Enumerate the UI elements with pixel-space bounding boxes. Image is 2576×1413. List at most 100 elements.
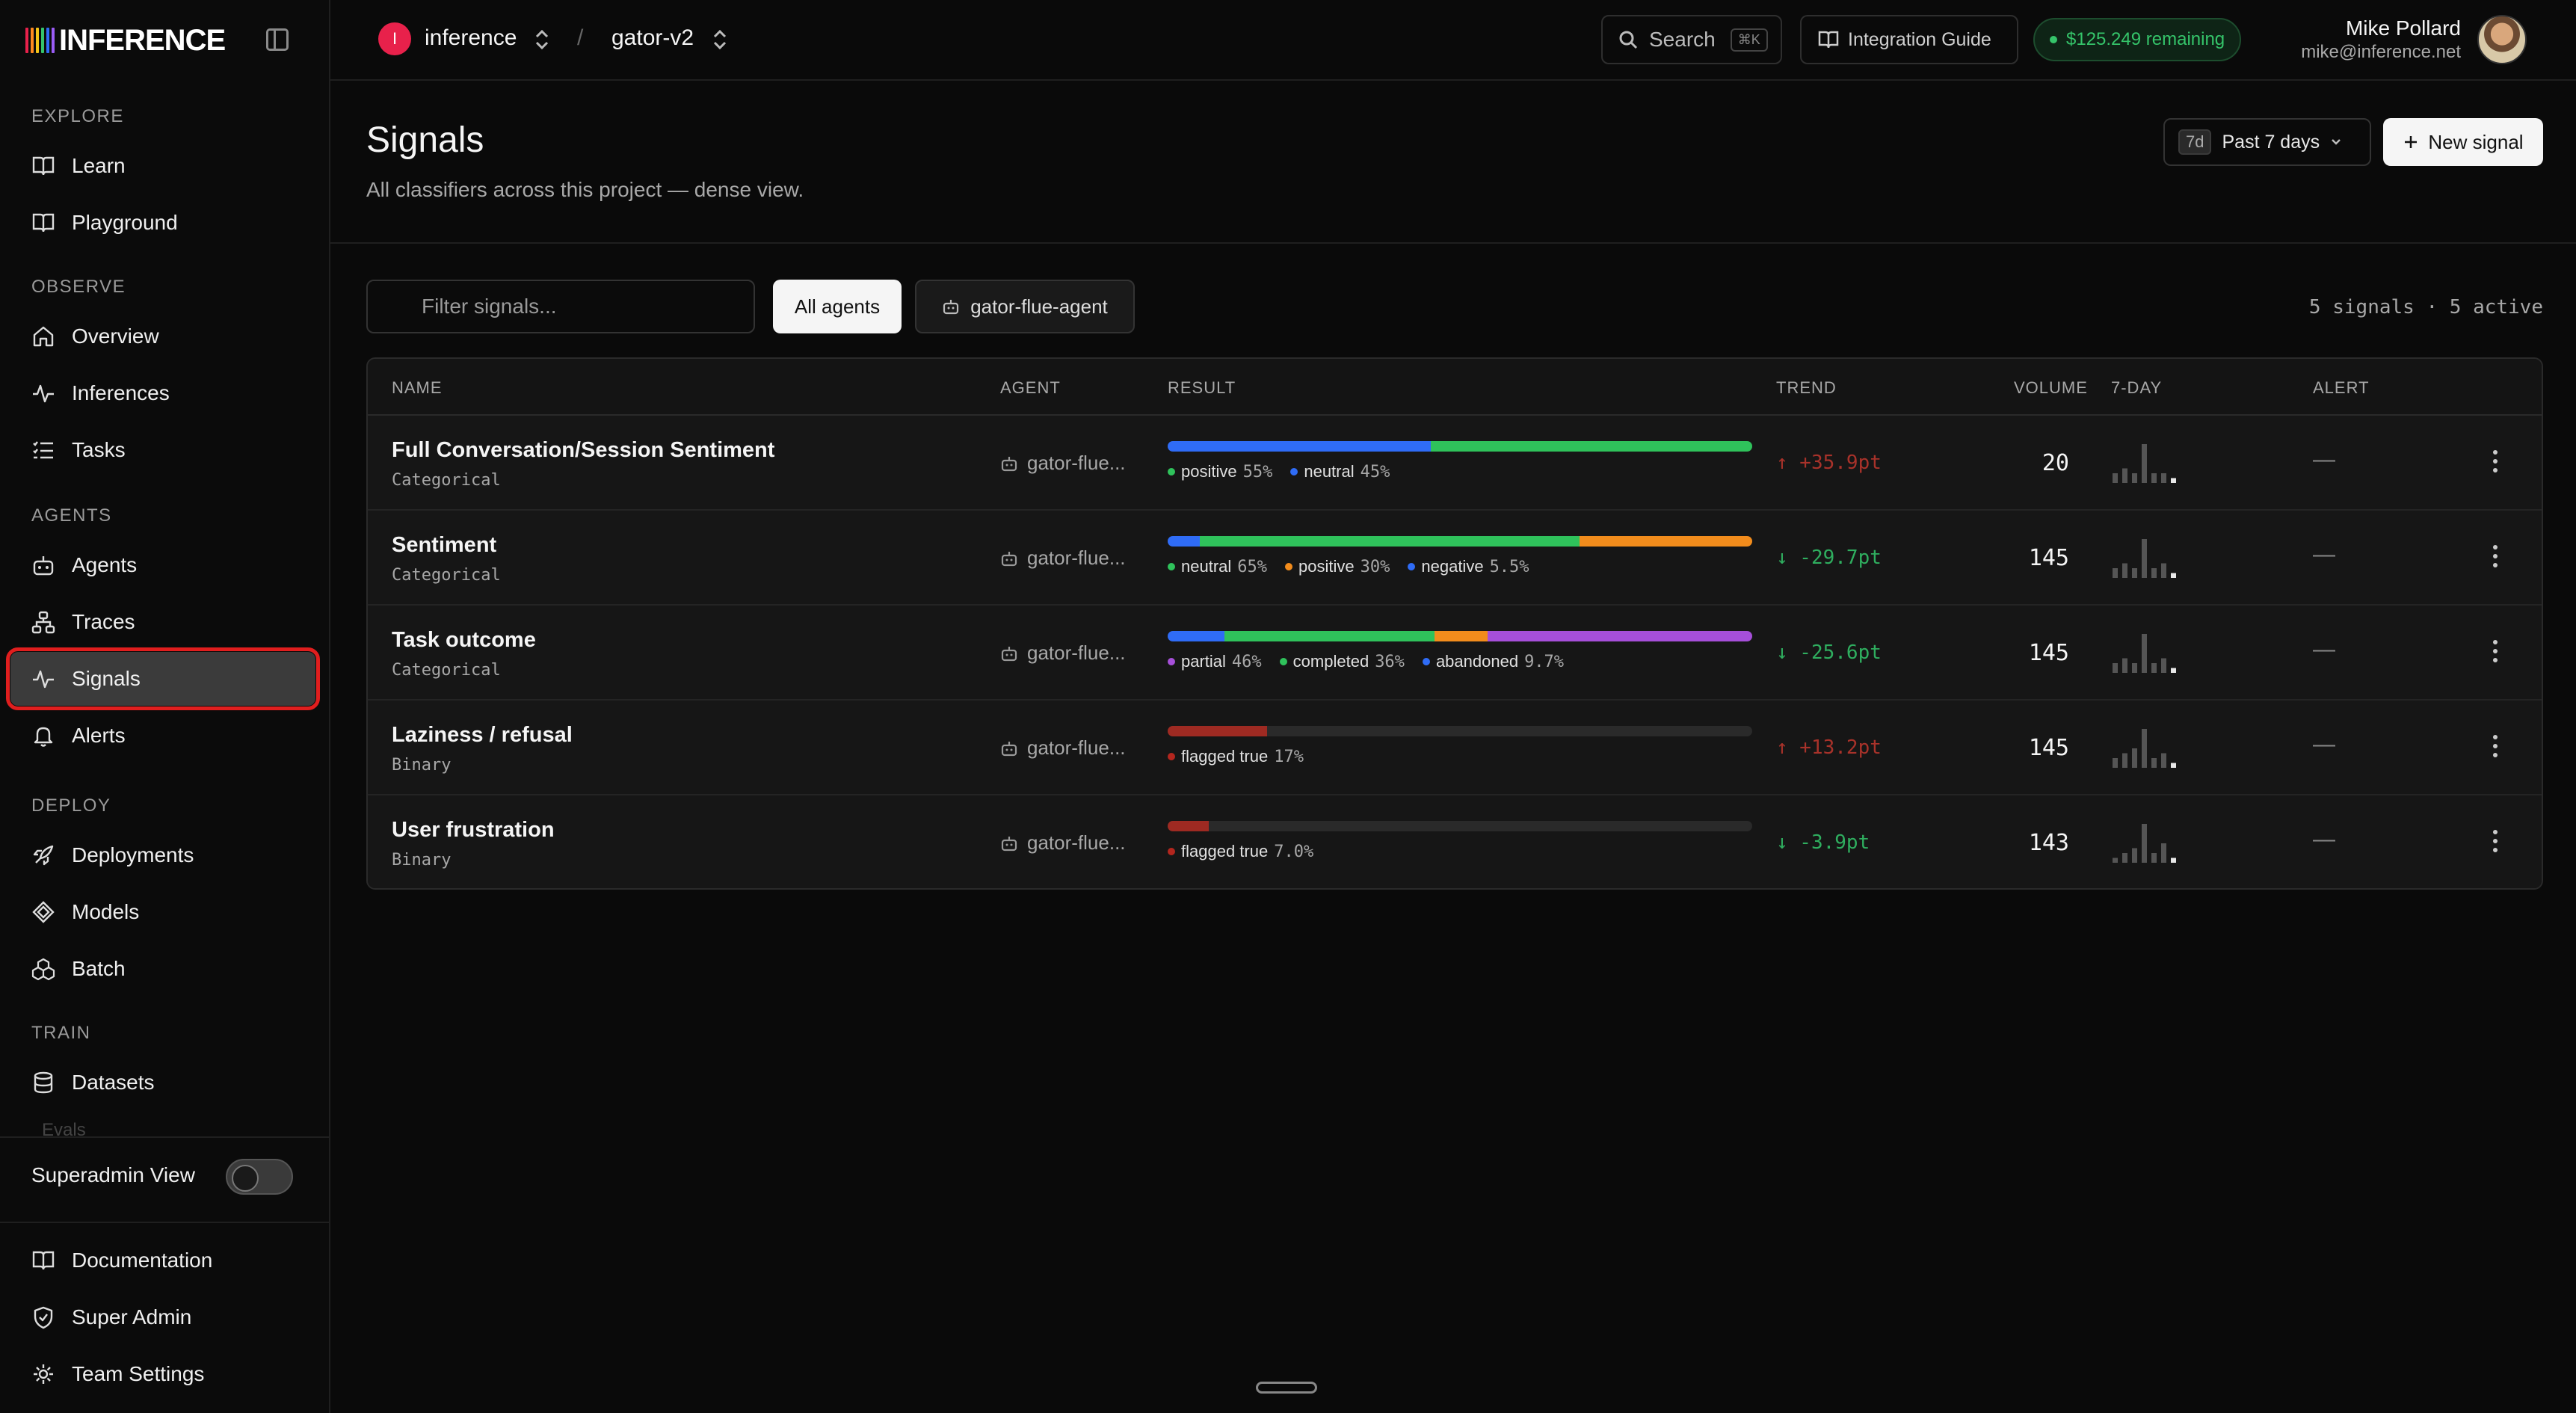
project-switcher[interactable]: gator-v2 — [611, 25, 694, 51]
sparkline-bar — [2151, 663, 2157, 673]
column-header-7day[interactable]: 7-DAY — [2111, 378, 2162, 398]
logo-bar — [52, 28, 55, 53]
divider — [0, 1222, 330, 1223]
legend-label: neutral — [1181, 557, 1232, 576]
sidebar-item-label: Documentation — [72, 1249, 213, 1272]
credits-badge[interactable]: $125.249 remaining — [2033, 18, 2242, 61]
row-menu-icon[interactable] — [2492, 735, 2498, 757]
sidebar-item-evals[interactable]: Evals — [42, 1120, 86, 1136]
nav-section-title: DEPLOY — [31, 795, 111, 816]
sidebar-item-label: Signals — [72, 667, 141, 690]
sidebar-item-super-admin[interactable]: Super Admin — [10, 1290, 315, 1344]
table-row[interactable]: Laziness / refusal Binary gator-flue... fla… — [368, 701, 2542, 795]
sparkline-7day — [2113, 444, 2176, 483]
sidebar-item-alerts[interactable]: Alerts — [10, 709, 315, 763]
signal-name[interactable]: Laziness / refusal — [392, 723, 573, 748]
sidebar-item-signals[interactable]: Signals — [6, 647, 320, 710]
result-bar-segment — [1224, 631, 1435, 641]
column-header-name[interactable]: NAME — [392, 378, 443, 398]
list-icon — [33, 441, 53, 459]
sidebar-item-documentation[interactable]: Documentation — [10, 1234, 315, 1287]
column-header-agent[interactable]: AGENT — [1000, 378, 1061, 398]
filter-agent-chip[interactable]: gator-flue-agent — [915, 280, 1135, 333]
column-header-trend[interactable]: TREND — [1776, 378, 1837, 398]
table-header: NAME AGENT RESULT TREND VOLUME 7-DAY ALE… — [368, 359, 2542, 416]
sidebar-item-label: Overview — [72, 324, 159, 348]
new-signal-button[interactable]: New signal — [2383, 118, 2543, 166]
legend-percent: 46% — [1231, 652, 1262, 671]
sidebar-item-traces[interactable]: Traces — [10, 595, 315, 649]
sidebar-item-inferences[interactable]: Inferences — [10, 366, 315, 420]
scroll-handle[interactable] — [1256, 1382, 1317, 1394]
integration-guide-button[interactable]: Integration Guide — [1800, 15, 2018, 64]
row-menu-icon[interactable] — [2492, 545, 2498, 567]
diamond-icon — [32, 901, 55, 923]
org-switcher[interactable]: inference — [425, 25, 517, 51]
legend-item: abandoned 9.7% — [1422, 652, 1564, 671]
filter-signals-input[interactable] — [366, 280, 755, 333]
row-menu-icon[interactable] — [2492, 640, 2498, 662]
date-range-select[interactable]: 7d Past 7 days — [2163, 118, 2371, 166]
sidebar-item-batch[interactable]: Batch — [10, 942, 315, 996]
table-row[interactable]: Sentiment Categorical gator-flue... neutral… — [368, 511, 2542, 606]
sparkline-bar — [2113, 473, 2118, 483]
result-bar-segment — [1168, 821, 1209, 831]
agent-cell[interactable]: gator-flue... — [1000, 641, 1126, 665]
column-header-volume[interactable]: VOLUME — [2014, 378, 2088, 398]
signals-table: NAME AGENT RESULT TREND VOLUME 7-DAY ALE… — [366, 357, 2543, 890]
sidebar-item-agents[interactable]: Agents — [10, 538, 315, 592]
row-menu-icon[interactable] — [2492, 830, 2498, 852]
sidebar-item-tasks[interactable]: Tasks — [10, 423, 315, 477]
activity-icon — [33, 384, 54, 403]
signal-summary: 5 signals · 5 active — [2308, 296, 2543, 318]
sidebar-item-learn[interactable]: Learn — [10, 139, 315, 193]
sidebar-item-overview[interactable]: Overview — [10, 310, 315, 363]
row-menu-icon[interactable] — [2492, 450, 2498, 472]
chevron-updown-icon[interactable] — [712, 27, 728, 52]
signal-name[interactable]: Sentiment — [392, 533, 496, 558]
sidebar-item-datasets[interactable]: Datasets — [10, 1056, 315, 1109]
result-bar-segment — [1168, 441, 1431, 452]
collapse-sidebar-icon[interactable] — [266, 28, 289, 51]
agent-cell[interactable]: gator-flue... — [1000, 452, 1126, 475]
sidebar-item-playground[interactable]: Playground — [10, 196, 315, 250]
superadmin-toggle[interactable] — [226, 1159, 293, 1195]
volume-value: 145 — [2028, 640, 2069, 666]
network-icon — [31, 611, 55, 634]
legend-label: abandoned — [1435, 652, 1519, 671]
sidebar-item-deployments[interactable]: Deployments — [10, 828, 315, 882]
signal-name[interactable]: Full Conversation/Session Sentiment — [392, 438, 774, 463]
column-header-alert[interactable]: ALERT — [2313, 378, 2370, 398]
column-header-result[interactable]: RESULT — [1168, 378, 1236, 398]
sparkline-bar — [2151, 568, 2157, 578]
table-row[interactable]: Task outcome Categorical gator-flue... part… — [368, 606, 2542, 701]
result-legend: flagged true 17% — [1168, 747, 1304, 766]
org-avatar[interactable]: I — [378, 22, 411, 55]
chevron-updown-icon[interactable] — [534, 27, 550, 52]
user-name[interactable]: Mike Pollard — [2346, 16, 2461, 40]
signal-name[interactable]: User frustration — [392, 818, 555, 843]
signal-type: Categorical — [392, 661, 501, 680]
agent-cell[interactable]: gator-flue... — [1000, 736, 1126, 760]
search-button[interactable]: Search ⌘K — [1601, 15, 1782, 64]
table-row[interactable]: User frustration Binary gator-flue... flagg… — [368, 795, 2542, 888]
legend-dot — [1168, 753, 1175, 760]
sidebar-item-models[interactable]: Models — [10, 885, 315, 939]
legend-percent: 17% — [1274, 747, 1304, 766]
sparkline-bar — [2132, 848, 2137, 863]
sidebar-item-label: Inferences — [72, 381, 170, 404]
signal-name[interactable]: Task outcome — [392, 628, 536, 653]
sidebar-item-team-settings[interactable]: Team Settings — [10, 1347, 315, 1401]
legend-label: flagged true — [1181, 842, 1269, 861]
table-row[interactable]: Full Conversation/Session Sentiment Categ… — [368, 416, 2542, 511]
guide-label: Integration Guide — [1848, 28, 1991, 50]
agent-cell[interactable]: gator-flue... — [1000, 547, 1126, 570]
filter-all-agents[interactable]: All agents — [773, 280, 902, 333]
divider — [0, 1136, 330, 1138]
agent-cell[interactable]: gator-flue... — [1000, 831, 1126, 855]
agent-name: gator-flue... — [1027, 736, 1126, 759]
brand-logo[interactable]: INFERENCE — [25, 24, 226, 57]
sidebar-item-label: Playground — [72, 211, 178, 234]
sparkline-bar — [2171, 573, 2176, 578]
avatar[interactable] — [2477, 15, 2527, 64]
